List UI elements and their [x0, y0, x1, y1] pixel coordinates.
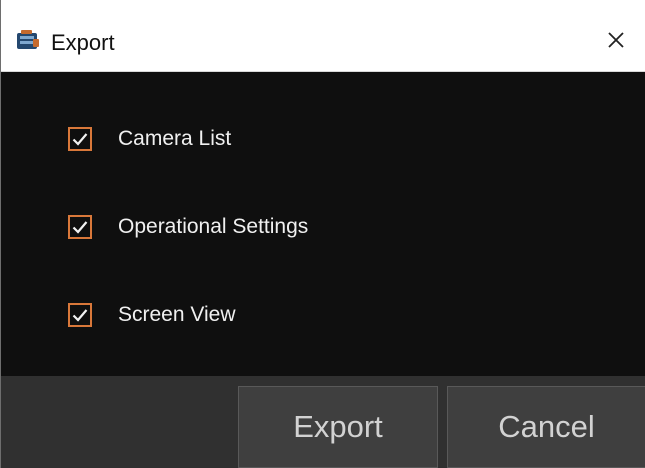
screen-view-label: Screen View [118, 303, 236, 326]
dialog-title: Export [51, 30, 115, 55]
close-button[interactable] [587, 18, 645, 66]
close-icon [607, 31, 625, 54]
export-options-panel: Camera List Operational Settings Screen … [1, 72, 645, 376]
camera-list-option[interactable]: Camera List [68, 127, 231, 151]
export-button[interactable]: Export [238, 386, 438, 468]
screen-view-option[interactable]: Screen View [68, 303, 236, 327]
export-app-icon [15, 29, 41, 51]
operational-settings-checkbox[interactable] [68, 215, 92, 239]
cancel-button[interactable]: Cancel [447, 386, 645, 468]
camera-list-checkbox[interactable] [68, 127, 92, 151]
button-bar: Export Cancel [1, 376, 645, 468]
screen-view-checkbox[interactable] [68, 303, 92, 327]
title-bar: Export [1, 0, 645, 72]
checkmark-icon [72, 221, 88, 234]
operational-settings-option[interactable]: Operational Settings [68, 215, 308, 239]
operational-settings-label: Operational Settings [118, 215, 309, 238]
checkmark-icon [72, 133, 88, 146]
export-dialog: Export Camera List Operational Settings … [0, 0, 645, 468]
camera-list-label: Camera List [118, 127, 232, 150]
checkmark-icon [72, 309, 88, 322]
